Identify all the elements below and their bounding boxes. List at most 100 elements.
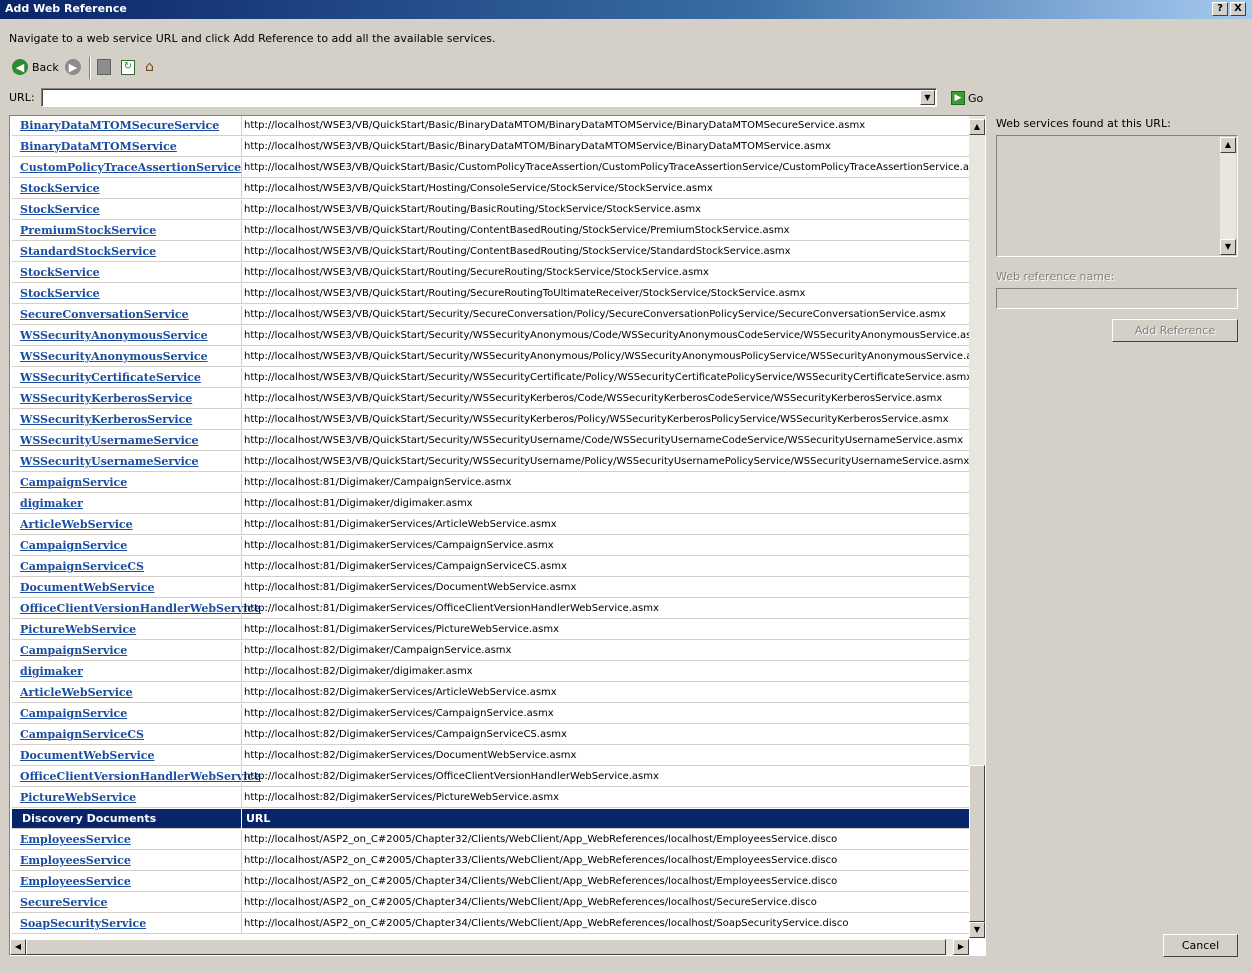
services-found-list[interactable]: ▲ ▼ [996, 135, 1238, 257]
service-name-link[interactable]: DocumentWebService [20, 581, 154, 594]
service-name-link[interactable]: CampaignService [20, 644, 127, 657]
list-scroll-up-icon[interactable]: ▲ [1220, 137, 1236, 153]
table-row[interactable]: BinaryDataMTOMSecureService http://localh… [12, 116, 970, 136]
table-row[interactable]: StockService http://localhost/WSE3/VB/Qui… [12, 284, 970, 304]
service-name-link[interactable]: CustomPolicyTraceAssertionService [20, 161, 241, 174]
table-row[interactable]: SecureConversationService http://localhos… [12, 305, 970, 325]
table-row[interactable]: EmployeesService http://localhost/ASP2_on… [12, 851, 970, 871]
table-row[interactable]: CampaignService http://localhost:81/Digim… [12, 473, 970, 493]
service-name-link[interactable]: PremiumStockService [20, 224, 156, 237]
forward-button[interactable]: ▶ [65, 57, 81, 77]
service-name-link[interactable]: PictureWebService [20, 791, 136, 804]
service-name-link[interactable]: WSSecurityUsernameService [20, 434, 199, 447]
table-row[interactable]: ArticleWebService http://localhost:81/Dig… [12, 515, 970, 535]
scroll-left-icon[interactable]: ◀ [10, 939, 26, 955]
table-row[interactable]: SoapSecurityService http://localhost/ASP2… [12, 914, 970, 934]
service-name-link[interactable]: digimaker [20, 665, 83, 678]
service-name-link[interactable]: OfficeClientVersionHandlerWebService [20, 770, 261, 783]
table-row[interactable]: WSSecurityKerberosService http://localhos… [12, 410, 970, 430]
combo-dropdown-icon[interactable]: ▼ [920, 90, 935, 105]
service-name-link[interactable]: CampaignService [20, 539, 127, 552]
home-button[interactable]: ⌂ [145, 57, 154, 77]
table-row[interactable]: WSSecurityCertificateService http://local… [12, 368, 972, 388]
table-row[interactable]: PremiumStockService http://localhost/WSE3… [12, 221, 970, 241]
service-name-link[interactable]: BinaryDataMTOMSecureService [20, 119, 219, 132]
table-row[interactable]: CampaignService http://localhost:82/Digim… [12, 641, 970, 661]
service-name-link[interactable]: CampaignService [20, 476, 127, 489]
stop-button[interactable] [97, 57, 111, 77]
service-name-link[interactable]: CampaignServiceCS [20, 728, 144, 741]
table-row[interactable]: CampaignServiceCS http://localhost:81/Dig… [12, 557, 970, 577]
table-row[interactable]: PictureWebService http://localhost:81/Dig… [12, 620, 970, 640]
service-name-link[interactable]: StandardStockService [20, 245, 156, 258]
service-name-link[interactable]: CampaignServiceCS [20, 560, 144, 573]
vertical-scrollbar[interactable]: ▲ ▼ [969, 116, 985, 938]
table-row[interactable]: digimaker http://localhost:82/Digimaker/d… [12, 662, 970, 682]
table-row[interactable]: StockService http://localhost/WSE3/VB/Qui… [12, 263, 970, 283]
table-row[interactable]: CampaignServiceCS http://localhost:82/Dig… [12, 725, 970, 745]
service-name-link[interactable]: WSSecurityUsernameService [20, 455, 199, 468]
service-name-link[interactable]: PictureWebService [20, 623, 136, 636]
service-name-link[interactable]: SecureService [20, 896, 107, 909]
url-input[interactable]: ▼ [41, 88, 937, 107]
service-name-link[interactable]: WSSecurityAnonymousService [20, 329, 208, 342]
table-row[interactable]: DocumentWebService http://localhost:81/Di… [12, 578, 970, 598]
service-name-link[interactable]: DocumentWebService [20, 749, 154, 762]
service-name-link[interactable]: WSSecurityCertificateService [20, 371, 201, 384]
service-name-link[interactable]: SecureConversationService [20, 308, 189, 321]
table-row[interactable]: CampaignService http://localhost:81/Digim… [12, 536, 970, 556]
service-name-link[interactable]: EmployeesService [20, 833, 131, 846]
scroll-right-icon[interactable]: ▶ [953, 939, 969, 955]
add-reference-button[interactable]: Add Reference [1112, 319, 1238, 342]
service-name-link[interactable]: StockService [20, 203, 100, 216]
table-row[interactable]: CampaignService http://localhost:82/Digim… [12, 704, 970, 724]
table-row[interactable]: StandardStockService http://localhost/WSE… [12, 242, 970, 262]
scroll-thumb[interactable] [969, 765, 985, 922]
table-row[interactable]: WSSecurityUsernameService http://localhos… [12, 452, 970, 472]
service-name-link[interactable]: ArticleWebService [20, 518, 133, 531]
table-row[interactable]: StockService http://localhost/WSE3/VB/Qui… [12, 179, 970, 199]
service-name-link[interactable]: BinaryDataMTOMService [20, 140, 177, 153]
table-row[interactable]: BinaryDataMTOMService http://localhost/WS… [12, 137, 970, 157]
service-name-link[interactable]: StockService [20, 287, 100, 300]
close-button[interactable]: X [1230, 2, 1246, 16]
table-row[interactable]: ArticleWebService http://localhost:82/Dig… [12, 683, 970, 703]
table-row[interactable]: EmployeesService http://localhost/ASP2_on… [12, 830, 970, 850]
table-row[interactable]: SecureService http://localhost/ASP2_on_C#… [12, 893, 970, 913]
horizontal-scrollbar[interactable]: ◀ ▶ [10, 939, 969, 955]
back-button[interactable]: ◀ Back [12, 57, 59, 77]
hscroll-thumb[interactable] [26, 939, 946, 955]
service-name-link[interactable]: EmployeesService [20, 875, 131, 888]
table-row[interactable]: CustomPolicyTraceAssertionService http://… [12, 158, 985, 178]
table-row[interactable]: StockService http://localhost/WSE3/VB/Qui… [12, 200, 970, 220]
service-name-link[interactable]: StockService [20, 266, 100, 279]
scroll-up-icon[interactable]: ▲ [969, 119, 985, 135]
refresh-button[interactable]: ↻ [121, 57, 135, 77]
service-name-link[interactable]: OfficeClientVersionHandlerWebService [20, 602, 261, 615]
go-button[interactable]: ▶ Go [951, 91, 983, 105]
list-scroll-down-icon[interactable]: ▼ [1220, 239, 1236, 255]
scroll-down-icon[interactable]: ▼ [969, 922, 985, 938]
table-row[interactable]: digimaker http://localhost:81/Digimaker/d… [12, 494, 970, 514]
table-row[interactable]: OfficeClientVersionHandlerWebService http… [12, 767, 970, 787]
table-row[interactable]: PictureWebService http://localhost:82/Dig… [12, 788, 970, 808]
service-name-link[interactable]: digimaker [20, 497, 83, 510]
listbox-scrollbar[interactable]: ▲ ▼ [1220, 137, 1236, 255]
help-button[interactable]: ? [1212, 2, 1228, 16]
service-name-link[interactable]: WSSecurityAnonymousService [20, 350, 208, 363]
table-row[interactable]: WSSecurityUsernameService http://localhos… [12, 431, 970, 451]
table-row[interactable]: EmployeesService http://localhost/ASP2_on… [12, 872, 970, 892]
table-row[interactable]: WSSecurityAnonymousService http://localho… [12, 326, 985, 346]
service-name-link[interactable]: SoapSecurityService [20, 917, 146, 930]
table-row[interactable]: DocumentWebService http://localhost:82/Di… [12, 746, 970, 766]
service-name-link[interactable]: StockService [20, 182, 100, 195]
table-row[interactable]: WSSecurityAnonymousService http://localho… [12, 347, 985, 367]
web-reference-name-input[interactable] [996, 288, 1238, 309]
service-name-link[interactable]: WSSecurityKerberosService [20, 413, 192, 426]
table-row[interactable]: OfficeClientVersionHandlerWebService http… [12, 599, 970, 619]
service-name-link[interactable]: CampaignService [20, 707, 127, 720]
service-name-link[interactable]: ArticleWebService [20, 686, 133, 699]
service-name-link[interactable]: EmployeesService [20, 854, 131, 867]
service-name-link[interactable]: WSSecurityKerberosService [20, 392, 192, 405]
table-row[interactable]: WSSecurityKerberosService http://localhos… [12, 389, 970, 409]
